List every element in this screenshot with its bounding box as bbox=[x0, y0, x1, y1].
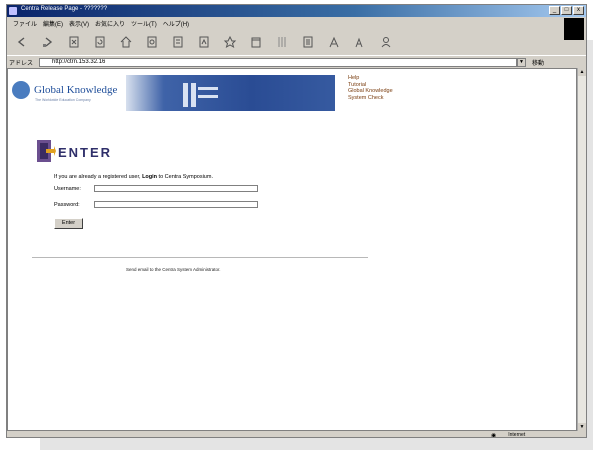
forward-button[interactable] bbox=[37, 32, 59, 52]
menu-file[interactable]: ファイル bbox=[13, 19, 37, 28]
person-icon bbox=[381, 37, 391, 48]
edit-button[interactable] bbox=[271, 32, 293, 52]
scroll-down-arrow-icon[interactable]: ▼ bbox=[578, 423, 586, 431]
menu-edit[interactable]: 編集(E) bbox=[43, 19, 63, 28]
menu-view[interactable]: 表示(V) bbox=[69, 19, 89, 28]
browser-icon bbox=[9, 7, 17, 15]
link-global-knowledge[interactable]: Global Knowledge bbox=[348, 88, 393, 95]
minimize-button[interactable]: _ bbox=[549, 6, 560, 15]
login-intro: If you are already a registered user, Lo… bbox=[54, 174, 213, 180]
globe-icon: ◉ bbox=[491, 432, 497, 438]
edit-icon bbox=[278, 37, 286, 47]
logo-text: Global Knowledge bbox=[34, 84, 118, 96]
go-button[interactable]: 移動 bbox=[532, 58, 544, 67]
mail-button[interactable] bbox=[219, 32, 241, 52]
messenger-icon bbox=[329, 36, 339, 48]
vertical-scrollbar[interactable]: ▲ ▼ bbox=[577, 68, 586, 431]
scroll-up-arrow-icon[interactable]: ▲ bbox=[578, 68, 586, 76]
history-icon bbox=[199, 36, 209, 48]
back-button[interactable] bbox=[11, 32, 33, 52]
security-zone: Internet bbox=[508, 432, 526, 438]
search-icon bbox=[147, 36, 157, 48]
stop-icon bbox=[69, 36, 79, 48]
maximize-button[interactable]: □ bbox=[561, 6, 572, 15]
enter-heading: ENTER bbox=[58, 145, 113, 160]
page-shadow-right bbox=[586, 40, 593, 450]
home-button[interactable] bbox=[115, 32, 137, 52]
address-label: アドレス bbox=[9, 60, 34, 67]
history-button[interactable] bbox=[193, 32, 215, 52]
home-icon bbox=[120, 36, 132, 48]
back-icon bbox=[17, 37, 25, 47]
tools-button[interactable] bbox=[375, 32, 397, 52]
globe-logo-icon bbox=[12, 81, 30, 99]
banner-pattern bbox=[183, 83, 218, 107]
refresh-icon bbox=[95, 36, 105, 48]
stop-button[interactable] bbox=[63, 32, 85, 52]
print-button[interactable] bbox=[245, 32, 267, 52]
intro-text-end: to Centra Symposium. bbox=[157, 174, 213, 180]
menu-tools[interactable]: ツール(T) bbox=[131, 19, 157, 28]
forward-icon bbox=[43, 37, 53, 47]
browser-window: Centra Release Page - ??????? _ □ x ファイル… bbox=[6, 4, 587, 438]
discuss-button[interactable] bbox=[297, 32, 319, 52]
font-size-icon bbox=[355, 37, 363, 48]
username-field[interactable] bbox=[94, 185, 258, 192]
status-bar: ◉ Internet bbox=[7, 431, 586, 438]
header-banner: Global Knowledge The Worldwide Education… bbox=[8, 75, 335, 111]
page-content: Global Knowledge The Worldwide Education… bbox=[7, 68, 577, 431]
side-links: Help Tutorial Global Knowledge System Ch… bbox=[348, 75, 393, 101]
title-bar: Centra Release Page - ??????? _ □ x bbox=[7, 5, 586, 17]
mail-icon bbox=[223, 35, 237, 49]
admin-email-link[interactable]: Send email to the Centra System Administ… bbox=[126, 267, 221, 272]
search-button[interactable] bbox=[141, 32, 163, 52]
favorites-button[interactable] bbox=[167, 32, 189, 52]
menu-favorites[interactable]: お気に入り bbox=[95, 19, 125, 28]
username-label: Username: bbox=[54, 186, 81, 192]
divider bbox=[32, 257, 368, 258]
favorites-icon bbox=[173, 36, 183, 48]
discuss-icon bbox=[303, 36, 313, 48]
address-bar: アドレス http://ctrn.153.32.16 ▼ 移動 bbox=[7, 55, 586, 68]
intro-login-word: Login bbox=[142, 174, 158, 180]
address-input[interactable]: http://ctrn.153.32.16 bbox=[39, 57, 517, 67]
intro-text: If you are already a registered user, bbox=[54, 174, 143, 180]
window-title: Centra Release Page - ??????? bbox=[21, 6, 108, 12]
menu-bar: ファイル 編集(E) 表示(V) お気に入り ツール(T) ヘルプ(H) bbox=[7, 17, 586, 29]
messenger-button[interactable] bbox=[323, 32, 345, 52]
toolbar bbox=[7, 30, 586, 54]
page-shadow-bottom bbox=[40, 438, 593, 450]
enter-button[interactable]: Enter bbox=[54, 218, 83, 229]
refresh-button[interactable] bbox=[89, 32, 111, 52]
password-field[interactable] bbox=[94, 201, 258, 208]
logo-tagline: The Worldwide Education Company bbox=[35, 98, 91, 102]
print-icon bbox=[251, 37, 261, 48]
menu-help[interactable]: ヘルプ(H) bbox=[163, 19, 189, 28]
close-button[interactable]: x bbox=[573, 6, 584, 15]
address-dropdown-button[interactable]: ▼ bbox=[517, 57, 526, 67]
chevron-down-icon: ▼ bbox=[519, 58, 524, 65]
size-button[interactable] bbox=[349, 32, 371, 52]
link-system-check[interactable]: System Check bbox=[348, 95, 393, 102]
password-label: Password: bbox=[54, 202, 80, 208]
enter-door-icon bbox=[37, 140, 56, 162]
logo: Global Knowledge The Worldwide Education… bbox=[8, 75, 130, 111]
